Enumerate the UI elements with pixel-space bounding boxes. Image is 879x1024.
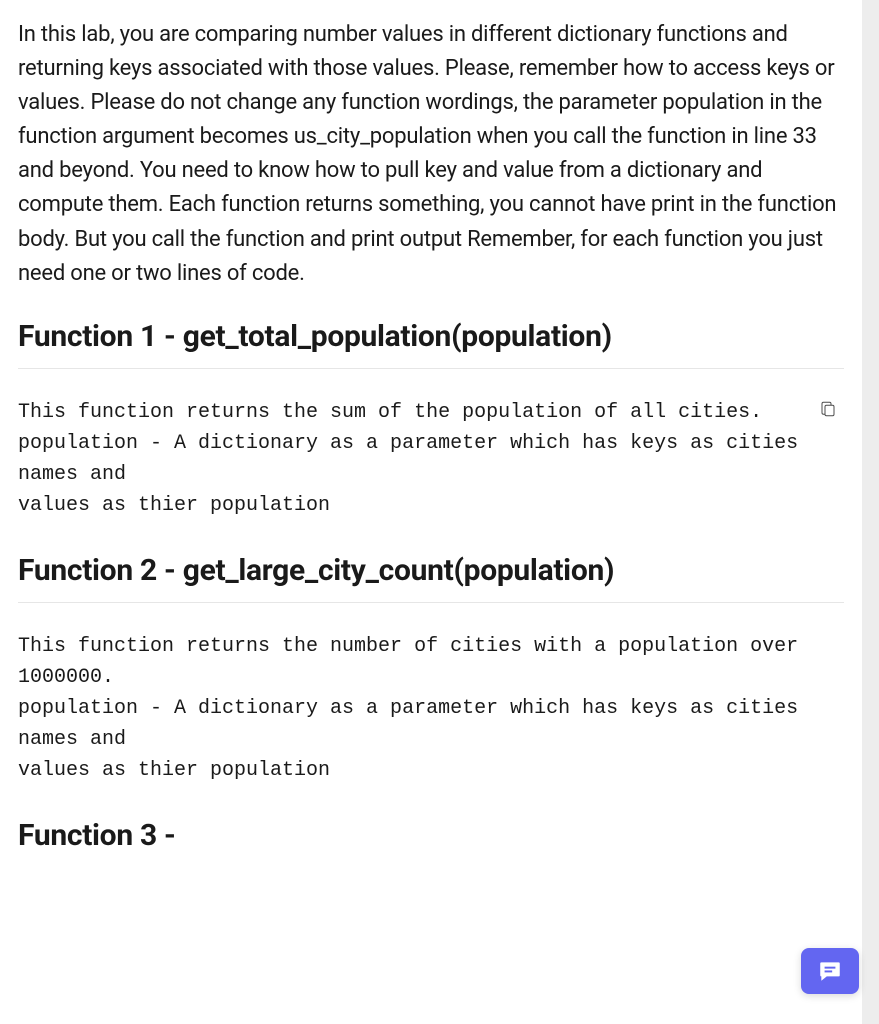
function-1-heading: Function 1 - get_total_population(popula… bbox=[18, 319, 844, 369]
function-2-heading: Function 2 - get_large_city_count(popula… bbox=[18, 553, 844, 603]
intro-paragraph: In this lab, you are comparing number va… bbox=[18, 18, 844, 291]
chat-button[interactable] bbox=[801, 948, 859, 994]
copy-icon[interactable] bbox=[818, 399, 838, 419]
function-2-code-text: This function returns the number of citi… bbox=[18, 631, 804, 786]
right-margin bbox=[862, 0, 879, 1024]
function-3-heading: Function 3 - bbox=[18, 818, 844, 853]
function-1-code-block: This function returns the sum of the pop… bbox=[18, 397, 844, 521]
document-page: In this lab, you are comparing number va… bbox=[0, 0, 862, 1024]
function-2-code-block: This function returns the number of citi… bbox=[18, 631, 844, 786]
function-1-code-text: This function returns the sum of the pop… bbox=[18, 397, 804, 521]
chat-icon bbox=[817, 958, 843, 984]
